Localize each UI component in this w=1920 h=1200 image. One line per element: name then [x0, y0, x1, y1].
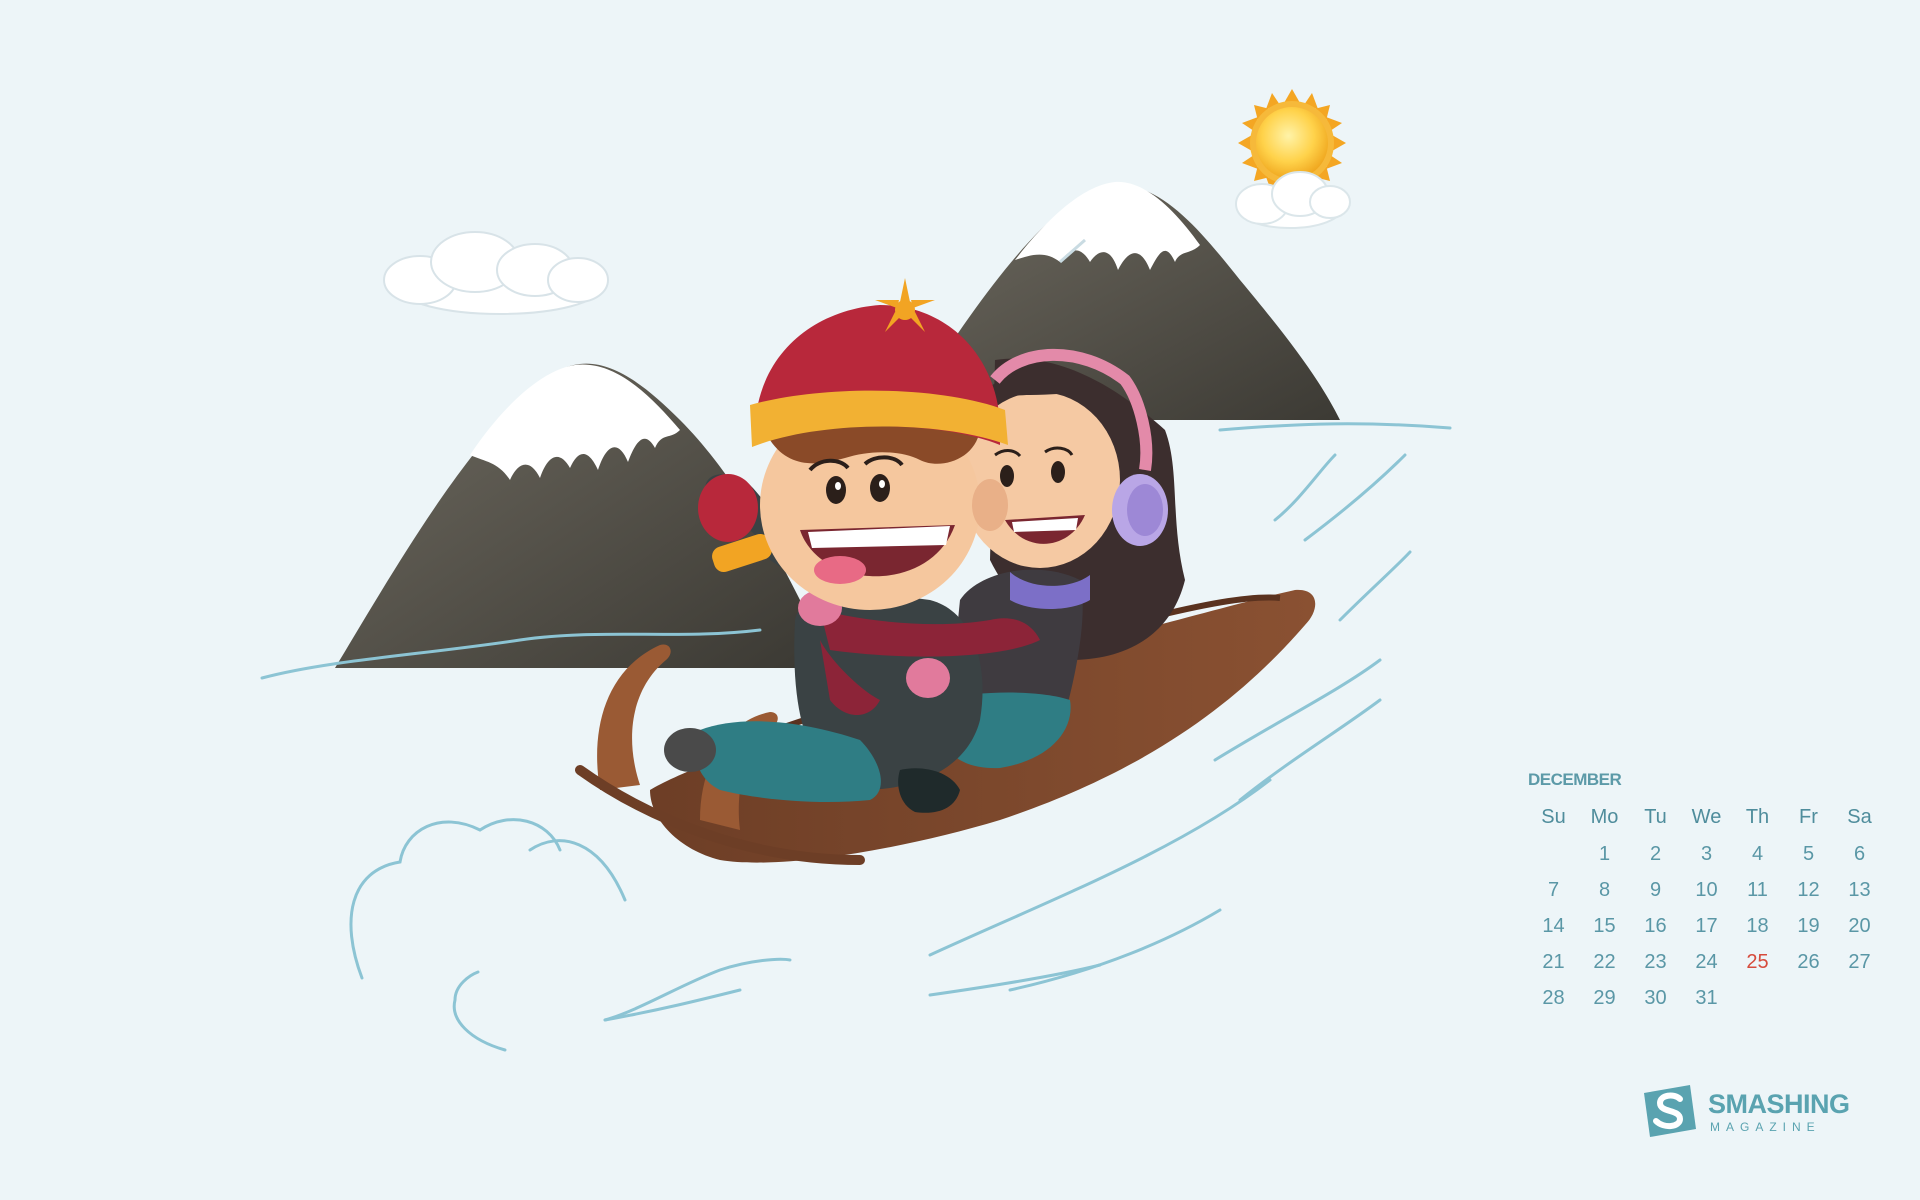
calendar-day: 29: [1593, 987, 1616, 1009]
calendar-day: 18: [1746, 915, 1769, 937]
weekday-label: Th: [1745, 806, 1770, 828]
calendar-day: [1783, 980, 1834, 1016]
calendar-day: 23: [1644, 951, 1667, 973]
calendar-day: 17: [1695, 915, 1718, 937]
calendar-day: 30: [1644, 987, 1667, 1009]
calendar-week-row: 7 8 9 10 11 12 13: [1528, 872, 1871, 908]
weekday-label: Sa: [1847, 806, 1872, 828]
cloud-icon: [383, 231, 609, 315]
calendar-day: 6: [1853, 843, 1866, 865]
calendar-day: 3: [1700, 843, 1713, 865]
calendar-day: 10: [1695, 879, 1718, 901]
weekday-label: Fr: [1799, 806, 1818, 828]
calendar-day: 7: [1547, 879, 1560, 901]
calendar-day: 12: [1797, 879, 1820, 901]
calendar-day: 1: [1598, 843, 1611, 865]
calendar-day: 8: [1598, 879, 1611, 901]
weekday-label: Su: [1541, 806, 1566, 828]
calendar-day: 22: [1593, 951, 1616, 973]
calendar-weekday-row: Su Mo Tu We Th Fr Sa: [1528, 798, 1871, 836]
calendar-day: 24: [1695, 951, 1718, 973]
calendar-day: 19: [1797, 915, 1820, 937]
calendar-day-highlighted: 25: [1746, 951, 1769, 973]
winter-illustration: [260, 89, 1452, 1052]
weekday-label: Tu: [1644, 806, 1667, 828]
calendar-day: 13: [1848, 879, 1871, 901]
calendar-day: 16: [1644, 915, 1667, 937]
calendar-day: 31: [1695, 987, 1718, 1009]
calendar-day: 11: [1747, 879, 1768, 901]
calendar-day: [1528, 836, 1579, 872]
calendar-day: 15: [1593, 915, 1616, 937]
calendar-day: 9: [1649, 879, 1662, 901]
logo-s-icon: [1644, 1085, 1696, 1137]
weekday-label: Mo: [1590, 806, 1619, 828]
calendar-day: 5: [1802, 843, 1815, 865]
calendar-week-row: 28 29 30 31: [1528, 980, 1868, 1016]
calendar-week-row: 21 22 23 24 25 26 27: [1528, 944, 1870, 980]
logo-wordmark: SMASHING: [1708, 1089, 1850, 1119]
calendar-week-row: 1 2 3 4 5 6: [1528, 836, 1868, 872]
calendar-day: [1732, 980, 1783, 1016]
calendar-day: 26: [1797, 951, 1820, 973]
calendar-day: 14: [1542, 915, 1565, 937]
calendar-day: 2: [1649, 843, 1662, 865]
calendar-day: 21: [1542, 951, 1565, 973]
calendar-day: [1834, 980, 1885, 1016]
calendar-day: 20: [1848, 915, 1871, 937]
logo-subtitle: MAGAZINE: [1710, 1120, 1821, 1134]
calendar-day: 28: [1542, 987, 1565, 1009]
calendar-day: 27: [1848, 951, 1871, 973]
calendar-day: 4: [1751, 843, 1764, 865]
calendar: DECEMBER Su Mo Tu We Th Fr Sa 1 2 3 4 5 …: [1528, 768, 1872, 1016]
smashing-magazine-logo: SMASHING MAGAZINE: [1640, 1083, 1860, 1139]
calendar-week-row: 14 15 16 17 18 19 20: [1528, 908, 1870, 944]
cloud-icon: [1235, 171, 1351, 229]
calendar-month: DECEMBER: [1528, 770, 1622, 789]
weekday-label: We: [1691, 806, 1722, 828]
